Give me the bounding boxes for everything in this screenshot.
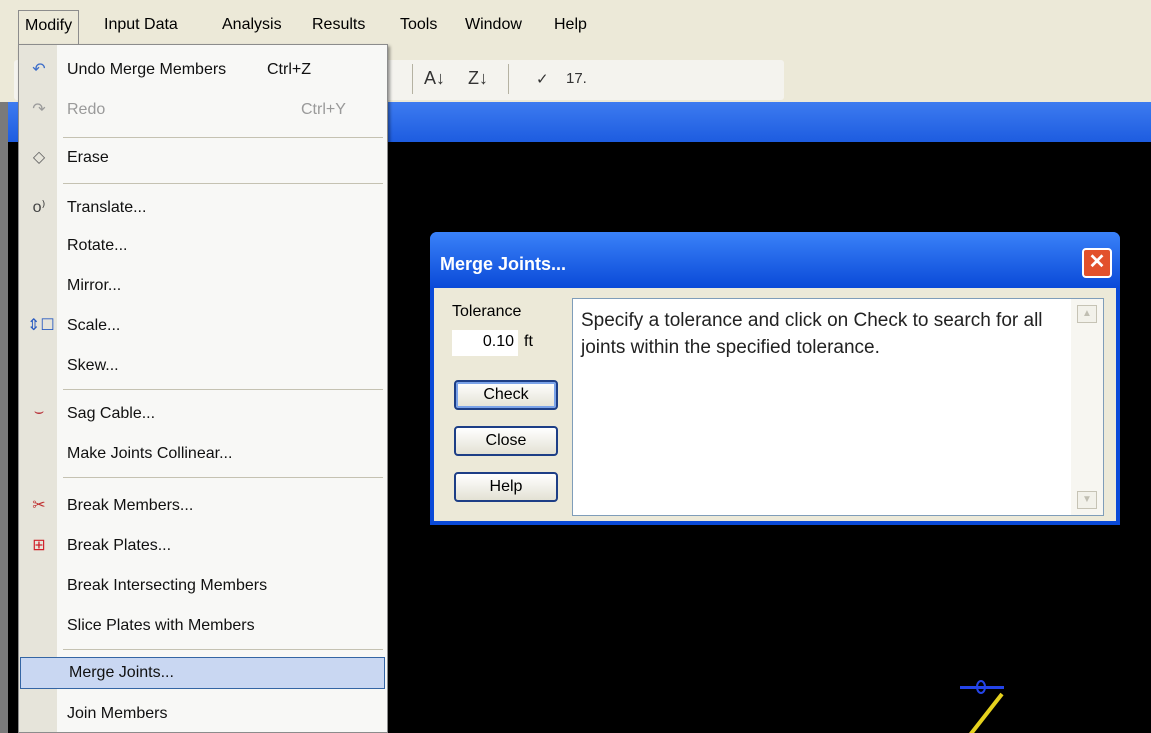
menu-separator [63, 477, 383, 478]
window-left-edge [0, 102, 8, 733]
help-button[interactable]: Help [454, 472, 558, 502]
menu-item-scale[interactable]: ⇕☐ Scale... [19, 311, 387, 341]
scale-icon: ⇕☐ [27, 317, 55, 334]
toolbar-separator [508, 64, 509, 94]
menu-item-break-plates[interactable]: ⊞ Break Plates... [19, 531, 387, 561]
menu-item-merge-joints[interactable]: Merge Joints... [20, 657, 385, 689]
toolbar-separator [412, 64, 413, 94]
menu-item-translate[interactable]: o⁾ Translate... [19, 193, 387, 223]
check-button[interactable]: Check [454, 380, 558, 410]
menu-modify[interactable]: Modify [18, 10, 80, 44]
dialog-title: Merge Joints... [440, 254, 567, 274]
scroll-up-icon[interactable]: ▲ [1077, 305, 1097, 323]
sort-az-icon[interactable]: A↓ [424, 68, 445, 89]
undo-icon: ↶ [32, 61, 46, 78]
menu-item-sag-cable[interactable]: ⌣ Sag Cable... [19, 399, 387, 429]
menu-separator [63, 183, 383, 184]
redo-icon: ↷ [32, 101, 46, 118]
tolerance-unit: ft [524, 333, 533, 350]
menu-item-rotate[interactable]: Rotate... [19, 231, 387, 261]
eraser-icon: ◇ [32, 149, 46, 166]
menu-tools[interactable]: Tools [400, 16, 437, 34]
close-icon[interactable]: ✕ [1082, 248, 1112, 278]
menu-item-break-intersecting-members[interactable]: Break Intersecting Members [19, 571, 387, 601]
close-button[interactable]: Close [454, 426, 558, 456]
menu-item-undo[interactable]: ↶ Undo Merge Members Ctrl+Z [19, 55, 387, 85]
menu-item-skew[interactable]: Skew... [19, 351, 387, 381]
toolbar-value: 17. [566, 70, 587, 87]
joint-marker[interactable] [976, 680, 986, 694]
merge-joints-dialog: Merge Joints... ✕ Tolerance 0.10 ft Chec… [430, 232, 1120, 525]
menu-window[interactable]: Window [465, 16, 522, 34]
menu-results[interactable]: Results [312, 16, 365, 34]
sag-cable-icon: ⌣ [33, 403, 45, 420]
tolerance-input[interactable]: 0.10 [452, 330, 518, 356]
dialog-body: Tolerance 0.10 ft Check Close Help Speci… [434, 288, 1116, 521]
break-plates-icon: ⊞ [32, 537, 46, 554]
menu-item-break-members[interactable]: ✂ Break Members... [19, 491, 387, 521]
menu-item-mirror[interactable]: Mirror... [19, 271, 387, 301]
message-box[interactable]: Specify a tolerance and click on Check t… [572, 298, 1104, 516]
checkmark-icon[interactable]: ✓ [536, 70, 549, 88]
scroll-down-icon[interactable]: ▼ [1077, 491, 1097, 509]
menu-separator [63, 137, 383, 138]
menu-item-make-joints-collinear[interactable]: Make Joints Collinear... [19, 439, 387, 469]
menu-item-join-members[interactable]: Join Members [19, 699, 387, 729]
menu-separator [63, 389, 383, 390]
menu-analysis[interactable]: Analysis [222, 16, 282, 34]
dialog-title-bar[interactable]: Merge Joints... ✕ [430, 232, 1120, 288]
tolerance-label: Tolerance [452, 303, 522, 320]
break-members-icon: ✂ [32, 497, 46, 514]
menu-help[interactable]: Help [554, 16, 587, 34]
message-text: Specify a tolerance and click on Check t… [581, 310, 1043, 358]
sort-za-icon[interactable]: Z↓ [468, 68, 488, 89]
translate-icon: o⁾ [32, 199, 46, 216]
menu-item-erase[interactable]: ◇ Erase [19, 143, 387, 173]
menu-separator [63, 649, 383, 650]
menu-item-redo[interactable]: ↷ Redo Ctrl+Y [19, 95, 387, 125]
message-scrollbar[interactable]: ▲ ▼ [1071, 299, 1103, 515]
modify-menu-dropdown: ↶ Undo Merge Members Ctrl+Z ↷ Redo Ctrl+… [18, 44, 388, 733]
menu-input-data[interactable]: Input Data [104, 16, 178, 34]
menu-item-slice-plates[interactable]: Slice Plates with Members [19, 611, 387, 641]
